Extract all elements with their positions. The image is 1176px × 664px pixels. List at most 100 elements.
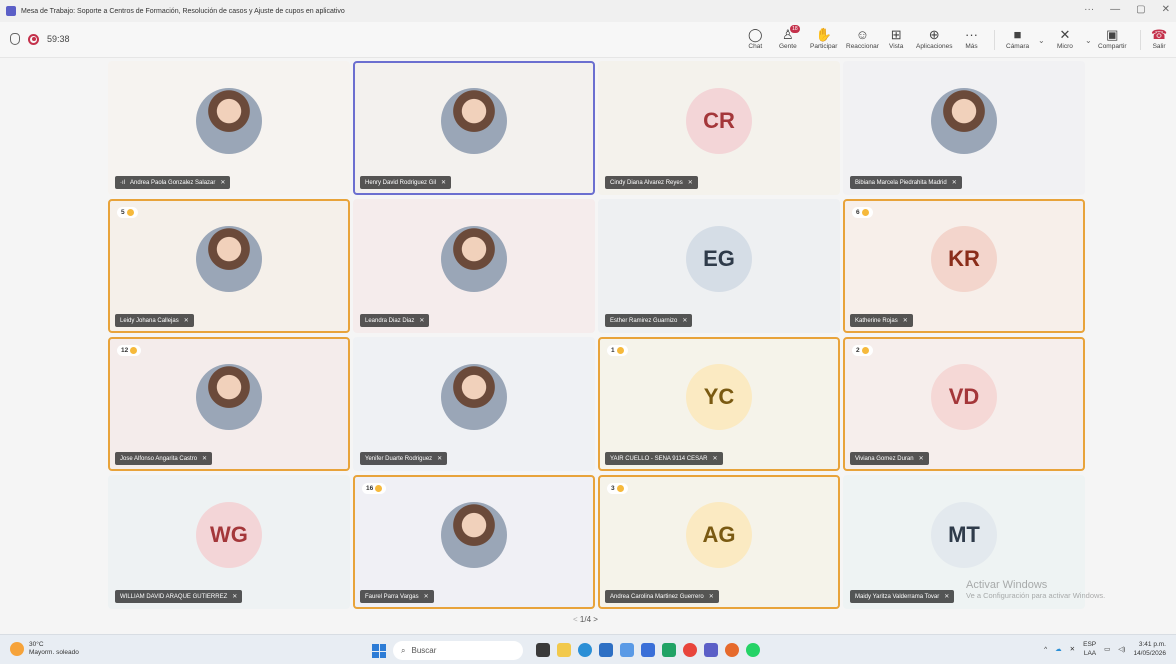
excel-icon[interactable]: [662, 643, 676, 657]
participant-name-tag: Faurel Parra Vargas ✕: [360, 590, 434, 603]
leave-button[interactable]: ☎ Salir: [1151, 26, 1167, 50]
participant-tile[interactable]: 6 KR Katherine Rojas ✕: [843, 199, 1085, 333]
participant-tile[interactable]: Bibiana Marcela Piedrahita Madrid ✕: [843, 61, 1085, 195]
avatar-photo: [441, 88, 507, 154]
weather-widget[interactable]: 30°C Mayorm. soleado: [10, 641, 79, 657]
clock[interactable]: 3:41 p.m. 14/05/2026: [1133, 640, 1166, 658]
participant-name: Bibiana Marcela Piedrahita Madrid: [855, 179, 947, 186]
maximize-icon[interactable]: ▢: [1136, 4, 1145, 15]
participant-tile[interactable]: ·ıl Andrea Paola Gonzalez Salazar ✕: [108, 61, 350, 195]
chat-icon: ◯: [748, 27, 763, 42]
window-controls: ··· — ▢ ✕: [1084, 4, 1170, 15]
teams-icon: [6, 6, 16, 16]
hand-icon: [861, 209, 869, 216]
speaker-icon[interactable]: ◁): [1118, 645, 1125, 653]
participant-name: Leidy Johana Callejas: [120, 317, 179, 324]
watermark-title: Activar Windows: [966, 579, 1048, 591]
react-button[interactable]: ☺ Reaccionar: [846, 26, 879, 50]
mic-off-icon: ✕: [1059, 27, 1071, 42]
task-view-icon[interactable]: [536, 643, 550, 657]
participant-tile[interactable]: 12 Jose Alfonso Angarita Castro ✕: [108, 337, 350, 471]
avatar-photo: [196, 226, 262, 292]
search-placeholder: Buscar: [411, 646, 437, 655]
participant-name-tag: Katherine Rojas ✕: [850, 314, 913, 327]
app-icon[interactable]: [620, 643, 634, 657]
more-button[interactable]: ··· Más: [965, 26, 978, 50]
mic-off-icon: ✕: [220, 180, 226, 186]
participant-tile[interactable]: 1 YC YAIR CUELLO - SENA 9114 CESAR ✕: [598, 337, 840, 471]
people-button[interactable]: ♙ 18 Gente: [779, 25, 800, 50]
participant-name-tag: Esther Ramirez Guarnizo ✕: [605, 314, 693, 327]
display-icon[interactable]: ▭: [1104, 645, 1110, 653]
cloud-icon[interactable]: ☁: [1055, 645, 1062, 653]
participant-name-tag: Cindy Diana Alvarez Reyes ✕: [605, 176, 698, 189]
chevron-up-icon[interactable]: ^: [1044, 646, 1047, 653]
taskbar-search[interactable]: ⌕ Buscar: [393, 641, 523, 660]
camera-button[interactable]: ■ Cámara: [1006, 26, 1029, 50]
participant-tile[interactable]: Henry David Rodriguez Gil ✕: [353, 61, 595, 195]
mic-muted-tray-icon[interactable]: ✕: [1070, 645, 1075, 653]
page-navigation: < 1/4 >: [573, 615, 598, 624]
toolbar-divider: [994, 30, 995, 50]
firefox-icon[interactable]: [725, 643, 739, 657]
close-icon[interactable]: ✕: [1162, 4, 1170, 15]
participant-tile[interactable]: Leandra Diaz Diaz ✕: [353, 199, 595, 333]
participant-tile[interactable]: EG Esther Ramirez Guarnizo ✕: [598, 199, 840, 333]
participant-name: WILLIAM DAVID ARAQUE GUTIERREZ: [120, 593, 228, 600]
windows-start-icon[interactable]: [372, 644, 386, 658]
whatsapp-icon[interactable]: [746, 643, 760, 657]
camera-icon: ■: [1013, 27, 1022, 42]
title-bar: Mesa de Trabajo: Soporte a Centros de Fo…: [0, 0, 1176, 22]
participant-name: YAIR CUELLO - SENA 9114 CESAR: [610, 455, 708, 462]
raised-hand-badge: 6: [852, 207, 873, 218]
hand-order: 1: [611, 347, 615, 354]
meeting-status: 59:38: [10, 33, 70, 45]
people-icon: ♙ 18: [782, 25, 800, 42]
participant-tile[interactable]: CR Cindy Diana Alvarez Reyes ✕: [598, 61, 840, 195]
mic-off-icon: ✕: [423, 594, 429, 600]
teams-taskbar-icon[interactable]: [704, 643, 718, 657]
participant-name-tag: ·ıl Andrea Paola Gonzalez Salazar ✕: [115, 176, 231, 189]
participant-name: Leandra Diaz Diaz: [365, 317, 415, 324]
hand-order: 2: [856, 347, 860, 354]
chrome-icon[interactable]: [683, 643, 697, 657]
taskbar: 30°C Mayorm. soleado ⌕ Buscar ^ ☁ ✕ ESP …: [0, 634, 1176, 664]
store-icon[interactable]: [599, 643, 613, 657]
watermark-subtitle: Ve a Configuración para activar Windows.: [966, 591, 1106, 600]
page-indicator: 1/4: [579, 615, 592, 624]
camera-options-chevron-icon[interactable]: ⌄: [1038, 36, 1045, 45]
participant-name-tag: Jose Alfonso Angarita Castro ✕: [115, 452, 213, 465]
participant-tile[interactable]: WG WILLIAM DAVID ARAQUE GUTIERREZ ✕: [108, 475, 350, 609]
outlook-icon[interactable]: [641, 643, 655, 657]
raised-hand-badge: 2: [852, 345, 873, 356]
language-indicator[interactable]: ESP LAA: [1083, 640, 1096, 658]
signal-icon: ·ıl: [120, 179, 125, 186]
participant-tile[interactable]: 2 VD Viviana Gomez Duran ✕: [843, 337, 1085, 471]
participant-tile[interactable]: 3 AG Andrea Carolina Martinez Guerrero ✕: [598, 475, 840, 609]
hand-icon: [861, 347, 869, 354]
raise-hand-button[interactable]: ✋ Participar: [810, 26, 837, 50]
participant-tile[interactable]: Yenifer Duarte Rodriguez ✕: [353, 337, 595, 471]
next-page-icon[interactable]: >: [593, 615, 598, 624]
share-icon: ▣: [1106, 27, 1119, 42]
participant-name-tag: Henry David Rodriguez Gil ✕: [360, 176, 452, 189]
hand-order: 12: [121, 347, 129, 354]
minimize-icon[interactable]: —: [1110, 4, 1120, 15]
view-button[interactable]: ⊞ Vista: [889, 26, 903, 50]
mic-options-chevron-icon[interactable]: ⌄: [1085, 36, 1092, 45]
clock-date: 14/05/2026: [1133, 650, 1166, 657]
participant-name: Andrea Carolina Martinez Guerrero: [610, 593, 704, 600]
previous-page-icon[interactable]: <: [573, 615, 578, 624]
file-explorer-icon[interactable]: [557, 643, 571, 657]
edge-icon[interactable]: [578, 643, 592, 657]
chat-button[interactable]: ◯ Chat: [748, 26, 763, 50]
participant-tile[interactable]: 5 Leidy Johana Callejas ✕: [108, 199, 350, 333]
mic-button[interactable]: ✕ Micro: [1057, 26, 1073, 50]
mic-off-icon: ✕: [682, 318, 688, 324]
share-button[interactable]: ▣ Compartir: [1098, 26, 1127, 50]
apps-button[interactable]: ⊕ Aplicaciones: [916, 26, 953, 50]
hand-icon: [126, 209, 134, 216]
sun-icon: [10, 642, 24, 656]
more-icon[interactable]: ···: [1084, 4, 1094, 15]
participant-tile[interactable]: 16 Faurel Parra Vargas ✕: [353, 475, 595, 609]
